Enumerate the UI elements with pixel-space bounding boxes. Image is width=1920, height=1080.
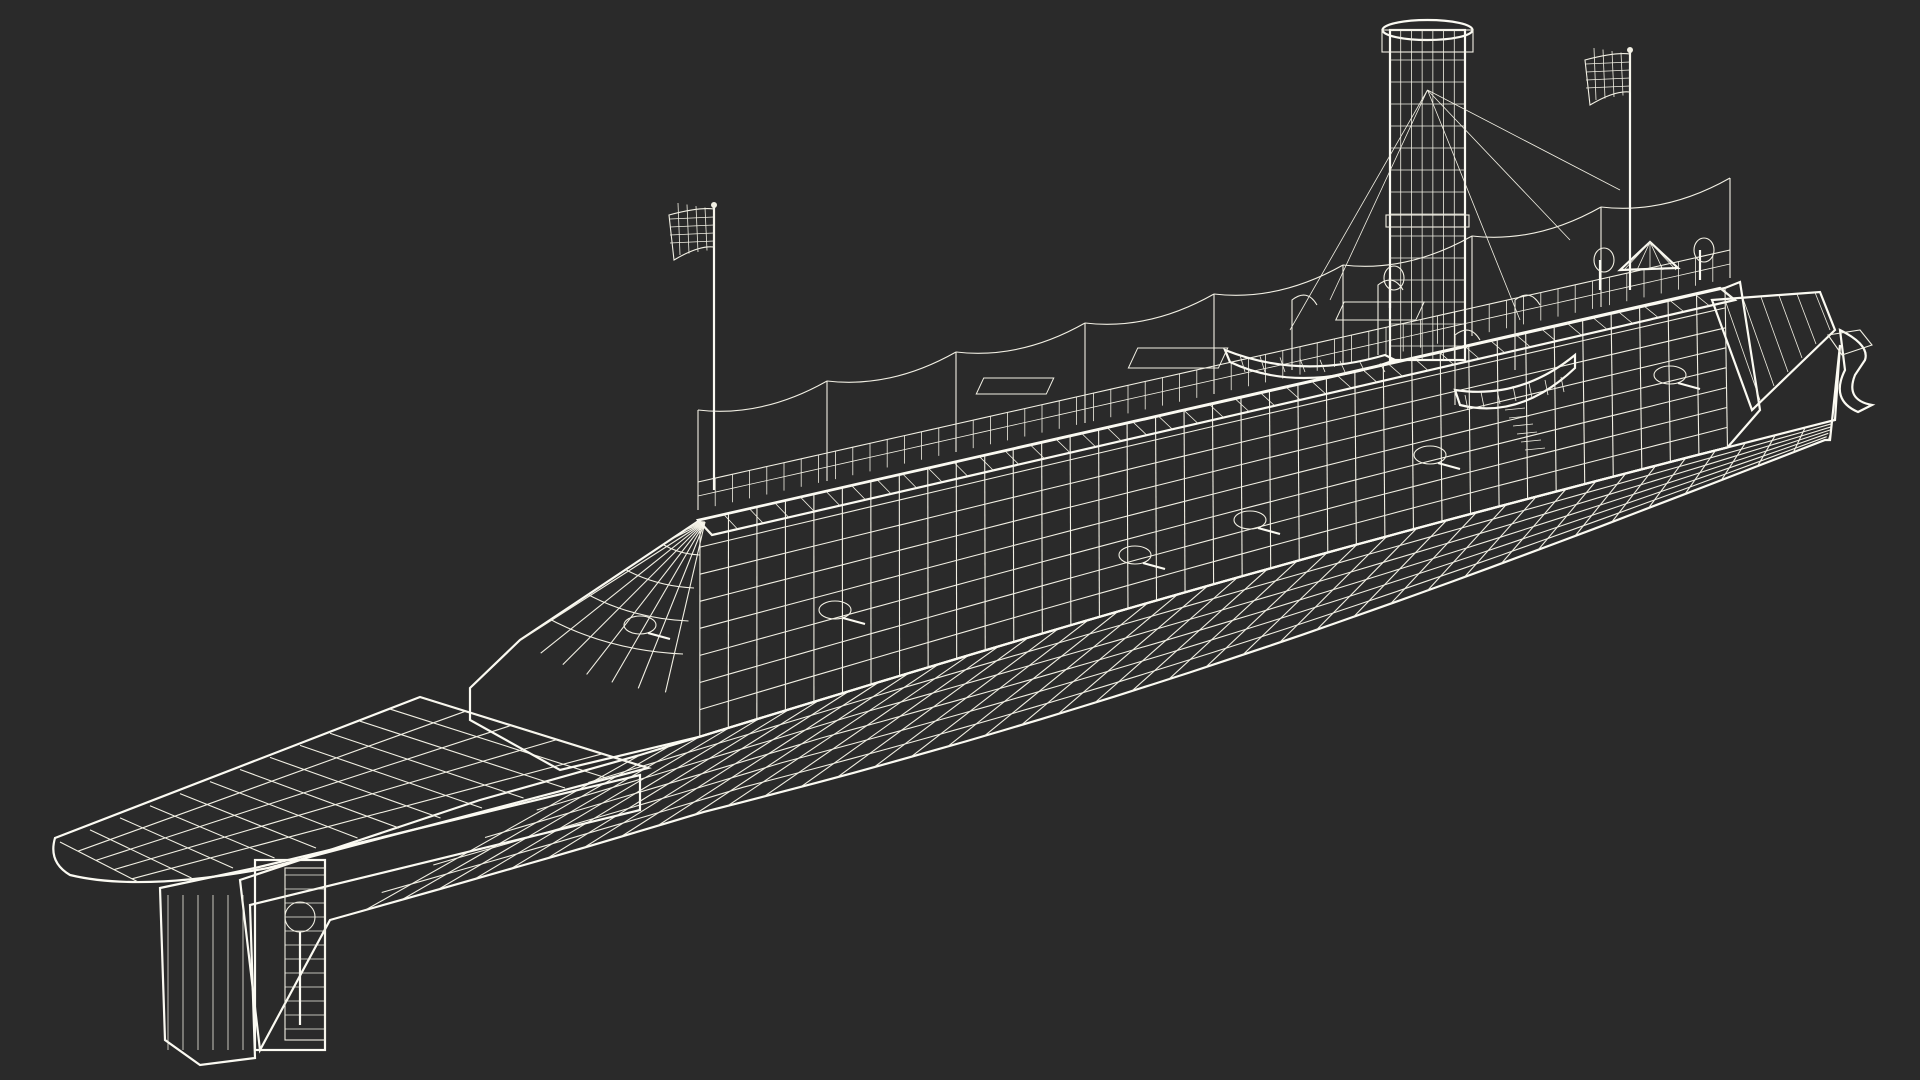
3d-viewport[interactable] [0,0,1920,1080]
casemate-armor [468,280,1762,772]
deck-railing [697,177,1731,510]
smokestack [1289,18,1715,362]
hull [238,344,1842,1054]
ship-wireframe-render [52,18,1876,1067]
stern-deck [52,695,652,1067]
bow-ram [1710,290,1876,414]
flags [668,47,1633,490]
top-deck [695,286,1738,537]
